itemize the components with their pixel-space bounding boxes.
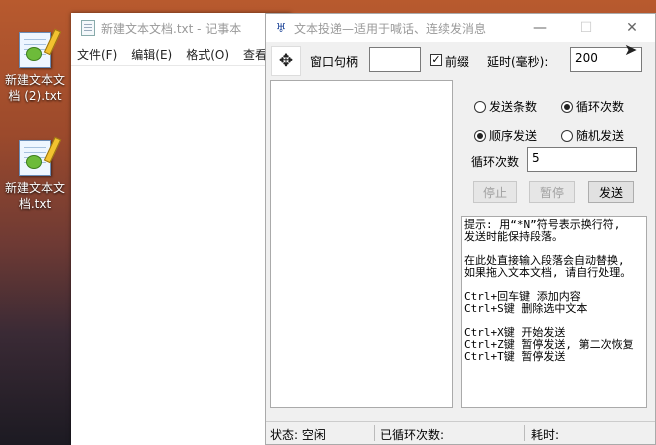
- menu-file[interactable]: 文件(F): [77, 46, 117, 63]
- app-titlebar[interactable]: ♅ 文本投递—适用于喊话、连续发消息 — ☐ ✕: [266, 14, 655, 42]
- mouse-cursor-icon: ➤: [624, 40, 638, 59]
- text-sender-window[interactable]: ♅ 文本投递—适用于喊话、连续发消息 — ☐ ✕ ✥ 窗口句柄 ✓ 前缀 延时(…: [265, 13, 656, 445]
- radio-indicator: [474, 100, 486, 113]
- notepad-icon: [81, 20, 95, 36]
- radio-indicator: [561, 129, 573, 142]
- delay-label: 延时(毫秒):: [487, 55, 549, 69]
- radio-indicator: [474, 129, 486, 142]
- desktop-icon-label: 档 (2).txt: [8, 89, 62, 103]
- looped-count-text: 已循环次数:: [380, 428, 445, 442]
- menu-format[interactable]: 格式(O): [186, 46, 229, 63]
- notepad-menubar: 文件(F) 编辑(E) 格式(O) 查看(: [71, 43, 291, 66]
- maximize-button[interactable]: ☐: [563, 14, 609, 42]
- radio-random[interactable]: 随机发送: [561, 127, 624, 144]
- message-list[interactable]: [270, 80, 453, 408]
- loop-count-input[interactable]: 5: [527, 147, 637, 172]
- notepad-title: 新建文本文档.txt - 记事本: [101, 21, 242, 36]
- status-divider: [374, 425, 375, 441]
- desktop-icon-label: 档.txt: [18, 197, 52, 211]
- desktop-icon-file-1[interactable]: 新建文本文 档.txt: [0, 136, 70, 212]
- close-icon: ✕: [626, 20, 638, 36]
- app-title: 文本投递—适用于喊话、连续发消息: [294, 21, 487, 36]
- status-bar: 状态: 空闲 已循环次数: 耗时:: [266, 421, 655, 444]
- desktop-icon-label: 新建文本文: [4, 73, 65, 87]
- send-button[interactable]: 发送: [588, 181, 634, 203]
- close-button[interactable]: ✕: [609, 14, 655, 42]
- desktop-icon-label: 新建文本文: [4, 181, 65, 195]
- crosshair-icon: ✥: [278, 51, 294, 71]
- prefix-label: 前缀: [445, 55, 470, 69]
- elapsed-text: 耗时:: [531, 428, 560, 442]
- minimize-button[interactable]: —: [517, 14, 563, 42]
- window-picker-button[interactable]: ✥: [271, 46, 301, 76]
- radio-send-count[interactable]: 发送条数: [474, 98, 537, 115]
- notepad-window[interactable]: 新建文本文档.txt - 记事本 文件(F) 编辑(E) 格式(O) 查看(: [71, 13, 291, 445]
- pause-button[interactable]: 暂停: [529, 181, 575, 203]
- radio-sequential-label: 顺序发送: [489, 129, 538, 143]
- desktop-icon-file-2[interactable]: 新建文本文 档 (2).txt: [0, 28, 70, 104]
- notepad-titlebar[interactable]: 新建文本文档.txt - 记事本: [71, 13, 291, 43]
- loop-count-label: 循环次数: [471, 155, 520, 169]
- menu-edit[interactable]: 编辑(E): [131, 46, 172, 63]
- app-logo-icon: ♅: [275, 21, 287, 35]
- radio-loop-count[interactable]: 循环次数: [561, 98, 624, 115]
- radio-loop-count-label: 循环次数: [576, 100, 625, 114]
- window-handle-input[interactable]: [369, 47, 421, 72]
- status-divider: [524, 425, 525, 441]
- minimize-icon: —: [533, 20, 547, 36]
- maximize-icon: ☐: [579, 20, 593, 36]
- hint-textarea[interactable]: 提示: 用“*N”符号表示换行符, 发送时能保持段落。 在此处直接输入段落会自动…: [461, 216, 647, 408]
- status-text: 状态: 空闲: [270, 428, 326, 442]
- toolbar: ✥ 窗口句柄 ✓ 前缀 延时(毫秒): 200 ➤: [266, 40, 655, 78]
- radio-sequential[interactable]: 顺序发送: [474, 127, 537, 144]
- radio-indicator: [561, 100, 573, 113]
- prefix-checkbox[interactable]: ✓: [430, 54, 442, 66]
- window-handle-label: 窗口句柄: [310, 55, 359, 69]
- notepad-file-icon: [19, 28, 62, 68]
- notepad-file-icon: [19, 136, 62, 176]
- radio-send-count-label: 发送条数: [489, 100, 538, 114]
- stop-button[interactable]: 停止: [473, 181, 517, 203]
- radio-random-label: 随机发送: [576, 129, 625, 143]
